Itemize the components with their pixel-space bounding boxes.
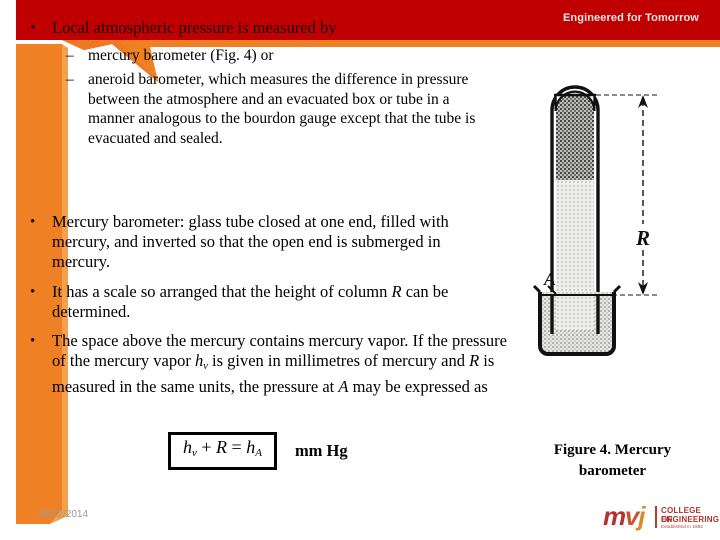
dash-marker: – (66, 71, 74, 88)
symbol-R: R (469, 351, 480, 370)
equation-equals: = (231, 437, 242, 457)
sub-bullet-item-1: – mercury barometer (Fig. 4) or (66, 46, 486, 66)
bullet-item-2: • Mercury barometer: glass tube closed a… (30, 212, 480, 272)
dash-marker: – (66, 47, 74, 64)
dish-lip-left (532, 284, 542, 294)
equation-units: mm Hg (294, 441, 348, 461)
logo-text-line-3: Established in 1982 (661, 524, 703, 529)
figure-caption: Figure 4. Mercury barometer (505, 440, 720, 482)
logo-letter-m: m (603, 501, 626, 531)
sub-bullet-text-2: aneroid barometer, which measures the di… (88, 71, 476, 147)
bullet-item-1: • Local atmospheric pressure is measured… (30, 18, 470, 38)
tube-mercury-upper (556, 95, 594, 180)
mercury-barometer-diagram: A R (532, 85, 658, 356)
dish-lip-right (612, 284, 622, 294)
tube-submerged-mercury (556, 296, 594, 330)
slide-canvas: Engineered for Tomorrow • Local atmosphe… (0, 0, 720, 540)
bullet-item-4: • The space above the mercury contains m… (30, 331, 510, 397)
bullet-text-3: It has a scale so arranged that the heig… (52, 282, 500, 322)
bullet-4-part-2: is given in millimetres of mercury and (207, 351, 470, 370)
equation-h-a-subscript: A (255, 447, 262, 460)
logo-text-line-2: ENGINEERING (661, 515, 720, 524)
bullet-4-part-4: may be expressed as (348, 376, 488, 396)
date-stamp: 08/22/2014 (38, 509, 89, 520)
sub-bullet-item-2: – aneroid barometer, which measures the … (66, 70, 496, 148)
header-tagline: Engineered for Tomorrow (563, 12, 699, 24)
equation-h-a: h (246, 437, 256, 457)
symbol-h-vapor: h (194, 351, 204, 370)
symbol-R: R (391, 282, 402, 301)
bullet-text-1: Local atmospheric pressure is measured b… (52, 18, 337, 37)
logo-letter-v: v (624, 501, 639, 531)
figure-label-R: R (635, 226, 650, 250)
logo-divider (655, 506, 657, 528)
bullet-text-2: Mercury barometer: glass tube closed at … (52, 212, 449, 271)
sidebar-left-gutter (0, 0, 16, 524)
bullet-marker: • (30, 214, 36, 230)
logo-wordmark: mvj (603, 501, 645, 532)
bullet-marker: • (30, 284, 36, 300)
equation-R: R (216, 437, 228, 457)
bullet-text-4: The space above the mercury contains mer… (52, 331, 510, 397)
figure-caption-line-2: barometer (578, 463, 647, 479)
figure-label-A: A (543, 269, 556, 289)
dimension-arrow-up (638, 95, 648, 108)
sub-bullet-text-1: mercury barometer (Fig. 4) or (88, 47, 274, 64)
bullet-item-3: • It has a scale so arranged that the he… (30, 282, 500, 322)
bullet-3-text-before: It has a scale so arranged that the heig… (52, 282, 392, 301)
logo-letter-j: j (638, 501, 645, 531)
equation-plus: + (201, 437, 212, 457)
bullet-marker: • (30, 20, 36, 36)
equation-h-vapor: h (183, 437, 192, 457)
equation-box: hv + R = hA (168, 432, 277, 471)
symbol-A: A (338, 376, 349, 396)
equation-group: hv + R = hA mm Hg (168, 432, 348, 471)
bullet-marker: • (30, 333, 36, 349)
figure-caption-line-1: Figure 4. Mercury (553, 442, 672, 458)
mvj-college-logo: mvj COLLEGE OF ENGINEERING Established i… (603, 501, 719, 535)
equation-h-vapor-subscript: v (192, 447, 197, 460)
